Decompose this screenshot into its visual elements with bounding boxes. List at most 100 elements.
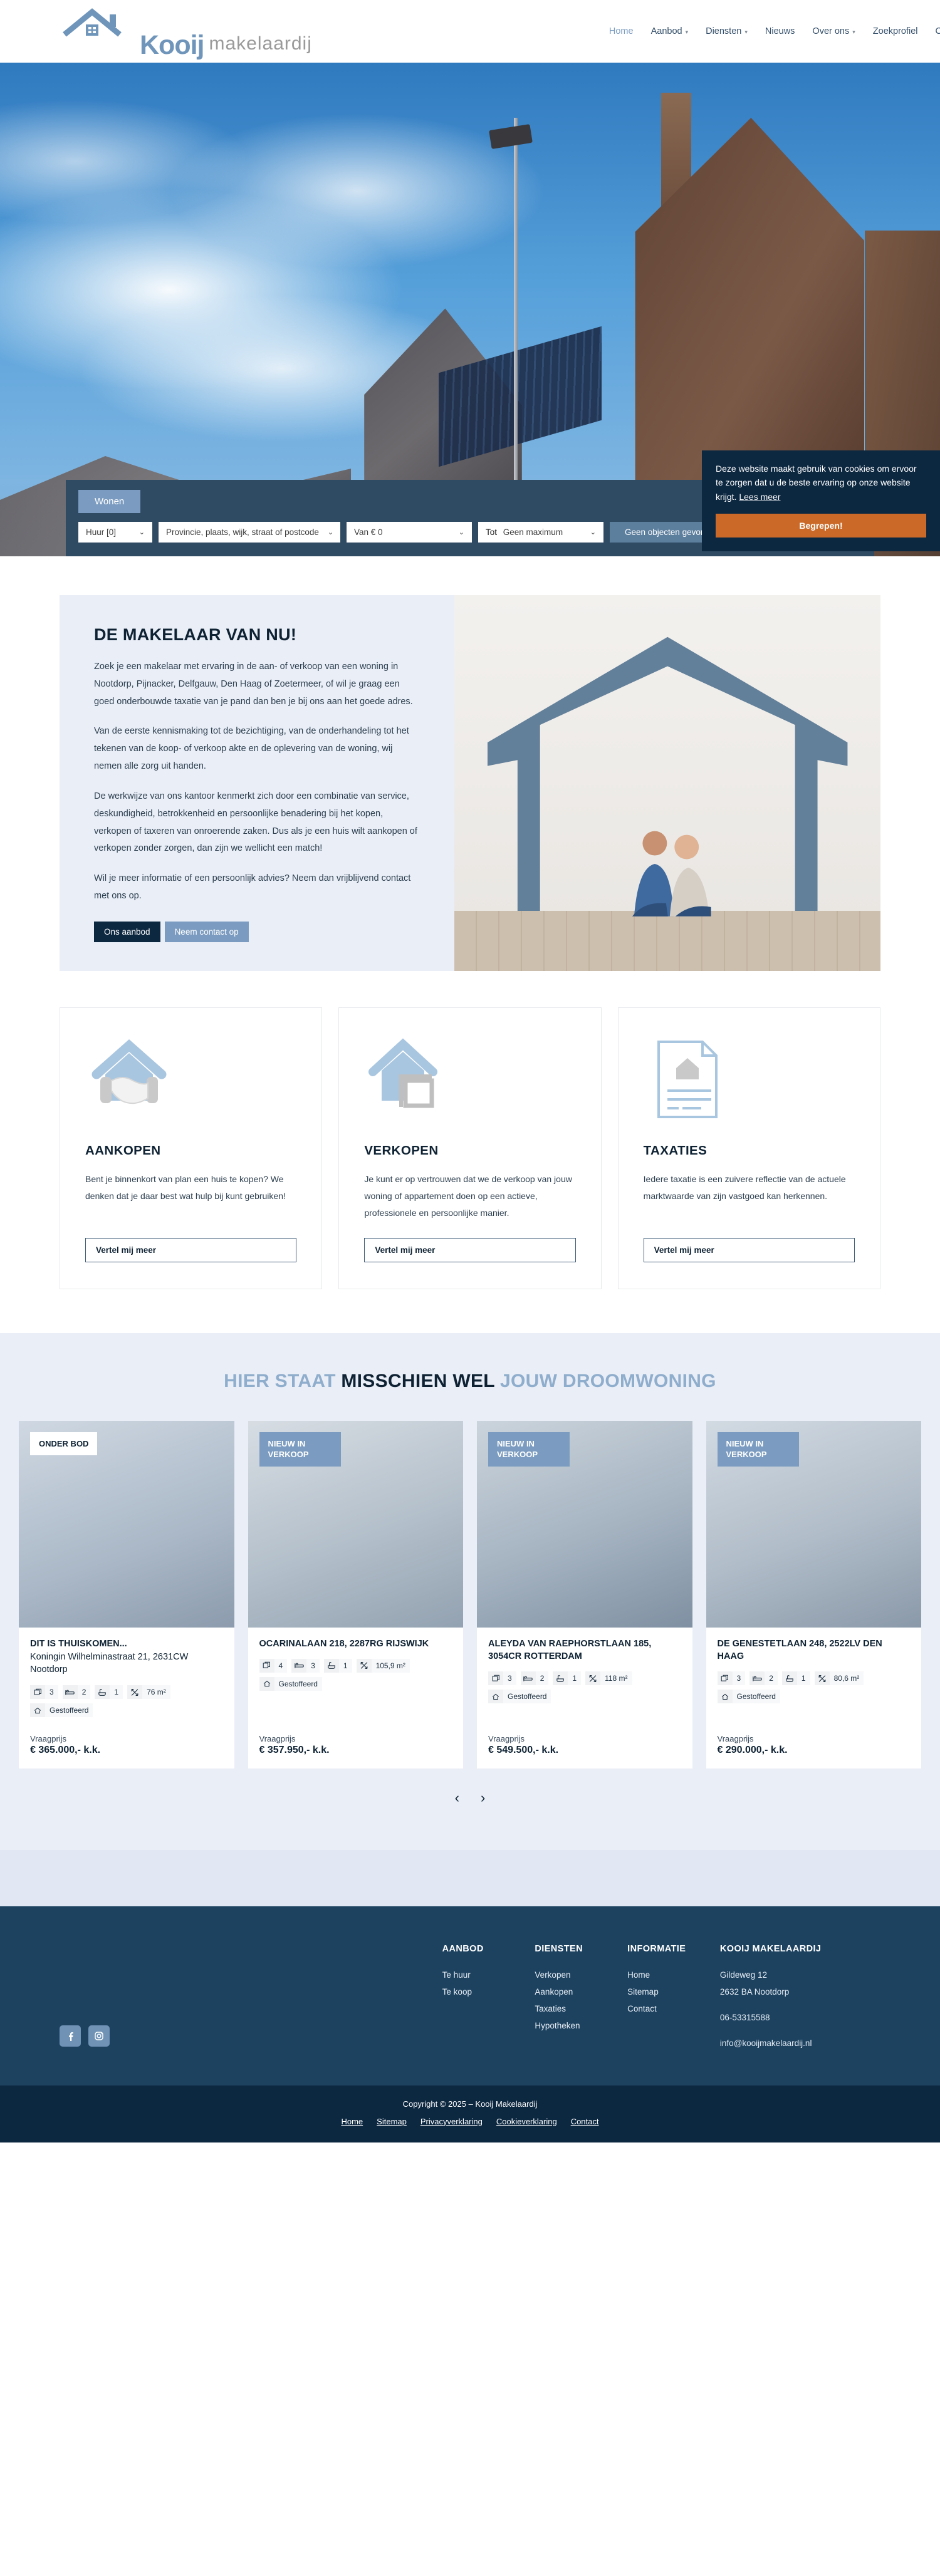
our-offer-button[interactable]: Ons aanbod: [94, 921, 160, 942]
bathtub-icon: [323, 1658, 339, 1673]
bathtub-icon: [553, 1671, 568, 1686]
footer-link[interactable]: Te huur: [442, 1966, 535, 1983]
contact-us-button[interactable]: Neem contact op: [164, 921, 249, 942]
site-header: Kooij makelaardij Home Aanbod ▾ Diensten…: [0, 0, 940, 63]
nav-item-nieuws[interactable]: Nieuws: [756, 20, 804, 43]
intro-image: [454, 595, 880, 971]
status-badge: NIEUW IN VERKOOP: [259, 1431, 341, 1467]
svg-text:KOOP: KOOP: [409, 1094, 429, 1101]
property-photo: NIEUW IN VERKOOP: [706, 1420, 921, 1628]
footer-link[interactable]: Home: [627, 1966, 720, 1983]
condition-value: Gestoffeerd: [45, 1703, 93, 1718]
tell-me-more-button[interactable]: Vertel mij meer: [364, 1237, 576, 1262]
rooms-icon: [30, 1685, 45, 1700]
search-price-to-select[interactable]: Tot Geen maximum ⌄: [478, 522, 603, 543]
service-card-verkopen[interactable]: TE KOOP VERKOPEN Je kunt er op vertrouwe…: [338, 1007, 602, 1289]
property-card[interactable]: NIEUW IN VERKOOP OCARINALAAN 218, 2287RG…: [248, 1420, 463, 1768]
facebook-icon[interactable]: [60, 2025, 81, 2047]
rooms-icon: [488, 1671, 503, 1686]
nav-item-home[interactable]: Home: [600, 20, 642, 43]
price-value: € 549.500,- k.k.: [488, 1744, 559, 1755]
property-title: OCARINALAAN 218, 2287RG RIJSWIJK: [259, 1638, 429, 1649]
tell-me-more-button[interactable]: Vertel mij meer: [85, 1237, 297, 1262]
chevron-down-icon: ⌄: [327, 529, 334, 536]
bedrooms-value: 2: [77, 1685, 91, 1700]
feature-bedrooms: 3: [291, 1658, 320, 1673]
price-block: Vraagprijs € 365.000,- k.k.: [30, 1720, 223, 1756]
nav-label: Diensten: [706, 26, 742, 36]
search-price-from-select[interactable]: Van € 0 ⌄: [347, 522, 472, 543]
footer-link[interactable]: Taxaties: [535, 2000, 627, 2017]
copyright-link-contact[interactable]: Contact: [571, 2117, 599, 2126]
intro-inner: DE MAKELAAR VAN NU! Zoek je een makelaar…: [60, 595, 880, 971]
cookie-read-more-link[interactable]: Lees meer: [739, 492, 780, 502]
copyright-link-home[interactable]: Home: [341, 2117, 363, 2126]
property-card[interactable]: ONDER BOD DIT IS THUISKOMEN... Koningin …: [19, 1420, 234, 1768]
footer-link[interactable]: Hypotheken: [535, 2017, 627, 2034]
copyright-link-sitemap[interactable]: Sitemap: [377, 2117, 407, 2126]
footer-email[interactable]: info@kooijmakelaardij.nl: [720, 2035, 880, 2052]
footer-link[interactable]: Aankopen: [535, 1983, 627, 2000]
intro-paragraph-3: De werkwijze van ons kantoor kenmerkt zi…: [94, 791, 417, 854]
nav-item-over-ons[interactable]: Over ons ▾: [803, 20, 864, 43]
price-value: € 365.000,- k.k.: [30, 1744, 101, 1755]
nav-label: Home: [608, 26, 634, 36]
feature-bathrooms: 1: [781, 1671, 810, 1686]
price-block: Vraagprijs € 549.500,- k.k.: [488, 1720, 681, 1756]
footer-street: Gildeweg 12: [719, 1970, 767, 1980]
footer-company-name: KOOIJ MAKELAARDIJ: [719, 1943, 822, 1954]
footer-spacer: [720, 2026, 880, 2035]
nav-item-contact[interactable]: Contact: [927, 20, 940, 43]
copyright-link-cookies[interactable]: Cookieverklaring: [496, 2117, 557, 2126]
copyright-link-privacy[interactable]: Privacyverklaring: [420, 2117, 483, 2126]
footer-inner: AANBOD Te huur Te koop DIENSTEN Verkopen…: [60, 1944, 880, 2052]
tell-me-more-button[interactable]: Vertel mij meer: [643, 1237, 855, 1262]
brand-logo[interactable]: Kooij makelaardij: [60, 7, 312, 58]
footer-link[interactable]: Verkopen: [535, 1966, 627, 1983]
chevron-right-icon[interactable]: ›: [481, 1790, 485, 1806]
footer-phone[interactable]: 06-53315588: [720, 2009, 880, 2026]
search-location-select[interactable]: Provincie, plaats, wijk, straat of postc…: [159, 522, 340, 543]
house-logo-icon: [60, 7, 135, 56]
footer-link[interactable]: Sitemap: [627, 1983, 720, 2000]
property-title: DE GENESTETLAAN 248, 2522LV DEN HAAG: [717, 1638, 882, 1661]
footer-link[interactable]: Contact: [627, 2000, 720, 2017]
nav-item-zoekprofiel[interactable]: Zoekprofiel: [864, 20, 927, 43]
service-card-aankopen[interactable]: AANKOPEN Bent je binnenkort van plan een…: [60, 1007, 323, 1289]
footer-spacer: [720, 2000, 880, 2009]
bed-icon: [520, 1671, 536, 1686]
valuation-document-icon: [644, 1036, 855, 1130]
property-features: 3 2 1: [30, 1685, 223, 1718]
service-card-taxaties[interactable]: TAXATIES Iedere taxatie is een zuivere r…: [617, 1007, 880, 1289]
search-tab-wonen[interactable]: Wonen: [78, 490, 141, 513]
home-icon: [717, 1690, 733, 1704]
property-card[interactable]: NIEUW IN VERKOOP ALEYDA VAN RAEPHORSTLAA…: [477, 1420, 692, 1768]
footer-link[interactable]: Te koop: [442, 1983, 535, 2000]
nav-item-diensten[interactable]: Diensten ▾: [697, 20, 756, 43]
nav-item-aanbod[interactable]: Aanbod ▾: [642, 20, 697, 43]
feature-bedrooms: 2: [749, 1671, 778, 1686]
search-type-select[interactable]: Huur [0] ⌄: [78, 522, 152, 543]
cookie-text: Deze website maakt gebruik van cookies o…: [716, 462, 926, 504]
instagram-icon[interactable]: [88, 2025, 110, 2047]
property-photo: NIEUW IN VERKOOP: [477, 1420, 692, 1628]
nav-label: Over ons: [812, 26, 850, 36]
condition-value: Gestoffeerd: [274, 1676, 322, 1691]
property-address: Koningin Wilhelminastraat 21, 2631CW Noo…: [30, 1651, 189, 1675]
cookie-accept-button[interactable]: Begrepen!: [716, 514, 926, 538]
service-text: Iedere taxatie is een zuivere reflectie …: [643, 1173, 846, 1201]
social-links: [60, 1944, 442, 2052]
bathrooms-value: 1: [110, 1685, 123, 1700]
search-location-placeholder: Provincie, plaats, wijk, straat of postc…: [166, 527, 319, 537]
listings-section: HIER STAAT MISSCHIEN WEL JOUW DROOMWONIN…: [0, 1332, 940, 1850]
property-cards-row: ONDER BOD DIT IS THUISKOMEN... Koningin …: [0, 1420, 940, 1768]
intro-heading: DE MAKELAAR VAN NU!: [94, 625, 297, 644]
rooms-value: 3: [503, 1671, 516, 1686]
search-type-value: Huur [0]: [86, 527, 117, 537]
chevron-down-icon: ▾: [744, 28, 748, 35]
property-card[interactable]: NIEUW IN VERKOOP DE GENESTETLAAN 248, 25…: [706, 1420, 921, 1768]
feature-bathrooms: 1: [95, 1685, 123, 1700]
chevron-left-icon[interactable]: ‹: [455, 1790, 459, 1806]
price-from-value: Van € 0: [354, 527, 383, 537]
nav-label: Zoekprofiel: [872, 26, 918, 36]
